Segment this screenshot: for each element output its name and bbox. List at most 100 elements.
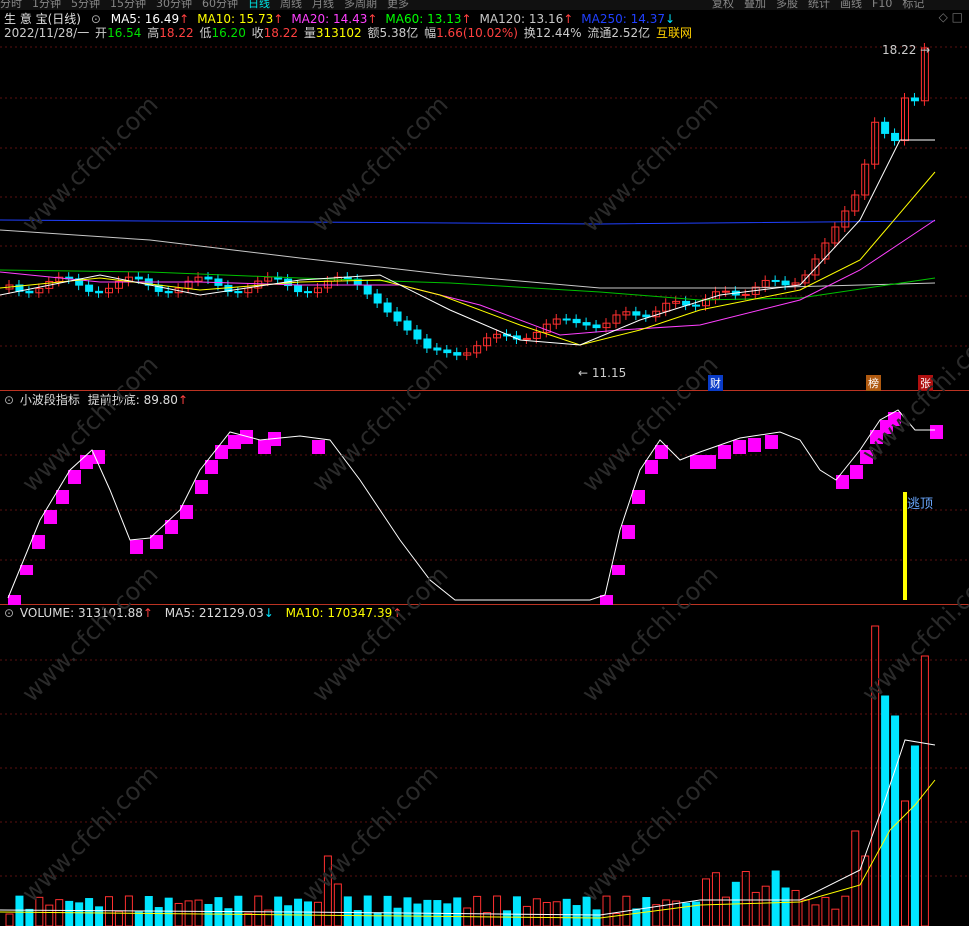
volume-bar [662,899,671,926]
volume-bar [194,899,203,926]
volume-bar [294,898,303,926]
volume-bar [910,745,919,926]
volume-bar [532,898,541,926]
candle [582,322,591,326]
volume-bar [284,905,293,926]
volume-bar [254,895,263,926]
volume-bar [562,898,571,926]
volume-bar [95,906,104,926]
indicator-block [930,425,943,439]
indicator-block [718,445,731,459]
indicator-block [690,455,703,469]
volume-bar [483,912,492,926]
candle [562,318,571,321]
volume-bar [403,897,412,926]
candle [294,285,303,293]
volume-bar [761,885,770,926]
volume-bar [15,895,24,926]
candle [453,352,462,356]
candle [891,132,900,142]
candle [572,318,581,324]
volume-bar [572,905,581,926]
volume-bar [672,900,681,926]
volume-bar [791,889,800,926]
volume-bar [154,907,163,926]
volume-bar [443,903,452,926]
volume-bar [702,878,710,926]
volume-bar [851,830,860,926]
indicator-block [68,470,81,484]
volume-bar [85,898,94,926]
candle [393,311,402,322]
volume-bar [174,902,183,926]
volume-bar [373,912,382,926]
volume-bar [393,907,402,926]
volume-bar [522,905,531,926]
ranking-badge[interactable]: 榜 [866,375,881,391]
volume-bar [5,913,14,926]
volume-bar [811,904,820,926]
finance-badge[interactable]: 财 [708,375,723,391]
volume-bar [105,896,113,926]
candle [433,347,442,351]
indicator-block [56,490,69,504]
volume-bar [493,895,502,926]
candle [881,121,890,134]
volume-bar [741,871,750,926]
volume-bar [164,897,173,926]
indicator-block [80,455,93,469]
indicator-block [850,465,863,479]
indicator-block [228,435,241,449]
candle [692,304,701,307]
volume-bar [343,896,352,926]
volume-bar [602,895,611,926]
kline-chart-canvas[interactable] [0,0,969,926]
indicator-block [703,455,716,469]
candle [413,329,422,340]
high-price-marker: 18.22 → [882,43,931,57]
volume-bar [582,896,591,926]
candle [443,349,452,354]
low-price-marker: ← 11.15 [578,366,627,380]
volume-bar [383,895,392,926]
candle [164,290,173,294]
candle [741,293,750,296]
volume-bar [35,896,44,926]
indicator-block [215,445,228,459]
volume-bar [632,908,641,926]
candle [383,302,392,313]
volume-bar [65,900,74,926]
candle [721,290,730,293]
candle [632,311,641,316]
indicator-block [748,438,761,452]
candle [403,320,412,331]
volume-bar [264,909,273,926]
indicator-block [32,535,45,549]
indicator-block [655,445,668,459]
volume-ma5-line [0,739,936,916]
indicator-block [205,460,218,474]
volume-bar [841,895,850,926]
candle [204,276,213,280]
volume-ma10-line [0,779,936,919]
indicator-block [632,490,645,504]
indicator-block [312,440,325,454]
volume-bar [861,855,870,926]
limit-up-badge[interactable]: 张 [918,375,933,391]
volume-bar [333,883,342,926]
volume-bar [781,887,790,926]
indicator-block [240,430,253,444]
volume-bar [204,903,213,926]
volume-bar [363,895,372,926]
volume-bar [801,899,810,926]
volume-bar [891,715,900,926]
indicator-block [8,595,21,605]
candle [423,338,432,349]
volume-bar [901,800,909,926]
candle [85,284,94,292]
candle [304,291,312,294]
ma10-line [0,171,936,346]
indicator-block [130,540,143,554]
volume-bar [751,891,760,926]
indicator-block [612,565,625,575]
